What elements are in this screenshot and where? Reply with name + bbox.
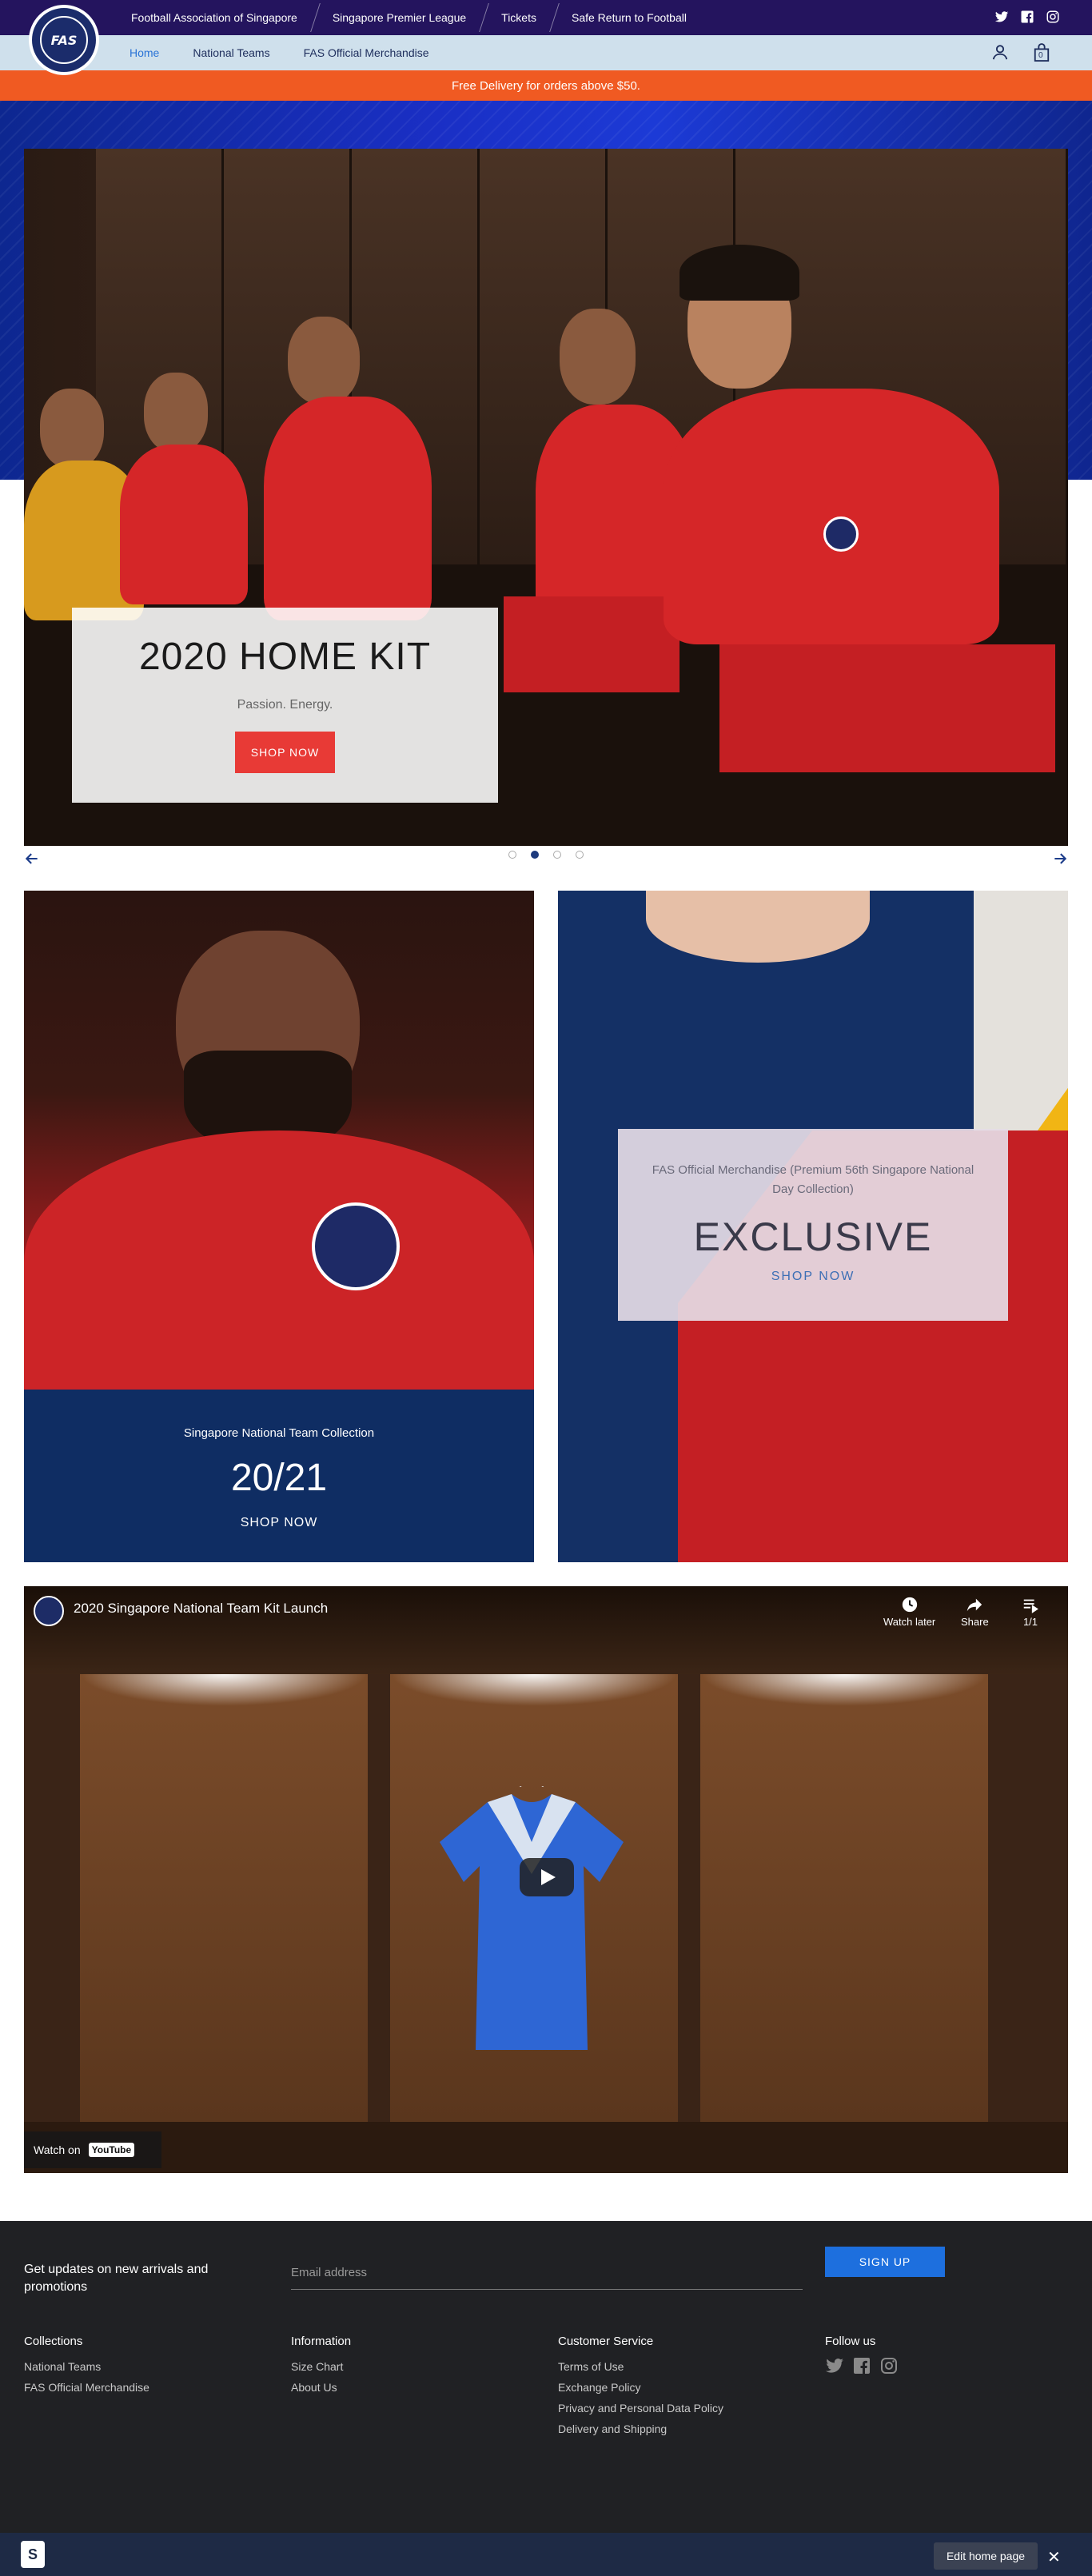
collection-headline: 20/21	[230, 1457, 328, 1499]
slider-prev-arrow-icon[interactable]	[24, 851, 40, 871]
footer-link-terms[interactable]: Terms of Use	[558, 2356, 723, 2377]
collection-shop-now-link[interactable]: SHOP NOW	[24, 1516, 534, 1530]
exclusive-headline: EXCLUSIVE	[693, 1214, 933, 1259]
footer-col-collections: Collections National Teams FAS Official …	[24, 2335, 149, 2398]
watch-on-youtube[interactable]: Watch on YouTube	[24, 2131, 161, 2168]
footer-col-follow: Follow us	[825, 2335, 899, 2379]
exclusive-label: FAS Official Merchandise (Premium 56th S…	[652, 1163, 974, 1196]
email-field[interactable]: Email address	[291, 2258, 803, 2290]
logo-text: FAS	[40, 16, 88, 64]
video-title[interactable]: 2020 Singapore National Team Kit Launch	[74, 1601, 328, 1617]
footer-col-information: Information Size Chart About Us	[291, 2335, 351, 2398]
slider-dot-2[interactable]	[531, 851, 539, 859]
playlist-label: 1/1	[1022, 1616, 1038, 1628]
footer-col-title: Collections	[24, 2335, 83, 2348]
signup-button[interactable]: SIGN UP	[825, 2247, 945, 2277]
nav-icons: 0	[991, 43, 1050, 66]
footer-link-size-chart[interactable]: Size Chart	[291, 2356, 351, 2377]
watch-on-label: Watch on	[34, 2143, 81, 2156]
collection-caption: Singapore National Team Collection 20/21…	[24, 1390, 534, 1562]
facebook-icon[interactable]	[852, 2356, 871, 2379]
instagram-icon[interactable]	[879, 2356, 899, 2379]
clock-icon	[902, 1597, 917, 1613]
footer-col-customer-service: Customer Service Terms of Use Exchange P…	[558, 2335, 723, 2439]
twitter-icon[interactable]	[825, 2356, 844, 2379]
top-links: Football Association of Singapore Singap…	[114, 0, 704, 35]
edit-home-page-button[interactable]: Edit home page	[934, 2542, 1038, 2570]
playlist-icon	[1023, 1599, 1038, 1613]
collection-tile[interactable]: Singapore National Team Collection 20/21…	[24, 891, 534, 1562]
share-icon	[967, 1598, 982, 1612]
cart-icon[interactable]: 0	[1033, 43, 1050, 66]
youtube-logo: YouTube	[88, 2143, 135, 2157]
facebook-icon[interactable]	[1020, 10, 1034, 24]
exclusive-tile[interactable]: FAS Official Merchandise (Premium 56th S…	[558, 891, 1068, 1562]
exclusive-shop-now-link[interactable]: SHOP NOW	[618, 1270, 1008, 1284]
collection-label: Singapore National Team Collection	[183, 1426, 375, 1440]
play-button-icon[interactable]	[520, 1858, 574, 1896]
hero-title: 2020 HOME KIT	[138, 636, 432, 678]
footer-link-delivery[interactable]: Delivery and Shipping	[558, 2418, 723, 2439]
toplink-spl[interactable]: Singapore Premier League	[315, 0, 484, 35]
top-social	[994, 10, 1060, 24]
watch-later-label: Watch later	[883, 1616, 936, 1628]
slider-dot-1[interactable]	[508, 851, 516, 859]
close-icon[interactable]: ✕	[1047, 2547, 1061, 2567]
toplink-tickets[interactable]: Tickets	[484, 0, 554, 35]
newsletter-title: Get updates on new arrivals and promotio…	[24, 2263, 209, 2294]
footer-col-title: Follow us	[825, 2335, 876, 2348]
promo-text: Free Delivery for orders above $50.	[452, 78, 640, 93]
video-embed[interactable]: 2020 Singapore National Team Kit Launch …	[24, 1586, 1068, 2173]
admin-bar	[0, 2533, 1092, 2576]
hero-subtitle: Passion. Energy.	[237, 698, 333, 712]
toplink-safe-return[interactable]: Safe Return to Football	[554, 0, 704, 35]
slider-dot-3[interactable]	[553, 851, 561, 859]
slider-dot-4[interactable]	[576, 851, 584, 859]
top-bar: Football Association of Singapore Singap…	[0, 0, 1092, 35]
share-button[interactable]: Share	[961, 1596, 989, 1628]
share-label: Share	[961, 1616, 989, 1628]
promo-banner: Free Delivery for orders above $50.	[0, 70, 1092, 101]
twitter-icon[interactable]	[994, 10, 1009, 24]
footer-col-title: Customer Service	[558, 2335, 654, 2348]
fas-badge-icon	[312, 1202, 400, 1290]
footer: Get updates on new arrivals and promotio…	[0, 2221, 1092, 2533]
footer-link-exchange[interactable]: Exchange Policy	[558, 2377, 723, 2398]
watch-later-button[interactable]: Watch later	[883, 1596, 935, 1628]
fas-logo[interactable]: FAS	[29, 5, 99, 75]
footer-link-merchandise[interactable]: FAS Official Merchandise	[24, 2377, 149, 2398]
instagram-icon[interactable]	[1046, 10, 1060, 24]
toplink-fas[interactable]: Football Association of Singapore	[114, 0, 315, 35]
hero-card: 2020 HOME KIT Passion. Energy. SHOP NOW	[72, 608, 498, 803]
slider-next-arrow-icon[interactable]	[1052, 851, 1068, 871]
playlist-button[interactable]: 1/1	[1022, 1596, 1039, 1628]
jersey-image	[440, 1786, 624, 2050]
footer-col-title: Information	[291, 2335, 352, 2348]
footer-link-privacy[interactable]: Privacy and Personal Data Policy	[558, 2398, 723, 2418]
channel-avatar[interactable]	[34, 1596, 64, 1626]
footer-link-national-teams[interactable]: National Teams	[24, 2356, 149, 2377]
nav-national-teams[interactable]: National Teams	[193, 46, 269, 59]
shopify-icon[interactable]: S	[21, 2541, 45, 2568]
hero-shop-now-button[interactable]: SHOP NOW	[234, 732, 336, 773]
exclusive-card: FAS Official Merchandise (Premium 56th S…	[618, 1129, 1008, 1321]
nav-merchandise[interactable]: FAS Official Merchandise	[304, 46, 429, 59]
account-icon[interactable]	[991, 43, 1009, 66]
footer-link-about-us[interactable]: About Us	[291, 2377, 351, 2398]
nav-home[interactable]: Home	[130, 46, 159, 59]
cart-count: 0	[1038, 51, 1043, 60]
nav-links: Home National Teams FAS Official Merchan…	[130, 35, 429, 70]
slider-dots	[508, 851, 584, 859]
